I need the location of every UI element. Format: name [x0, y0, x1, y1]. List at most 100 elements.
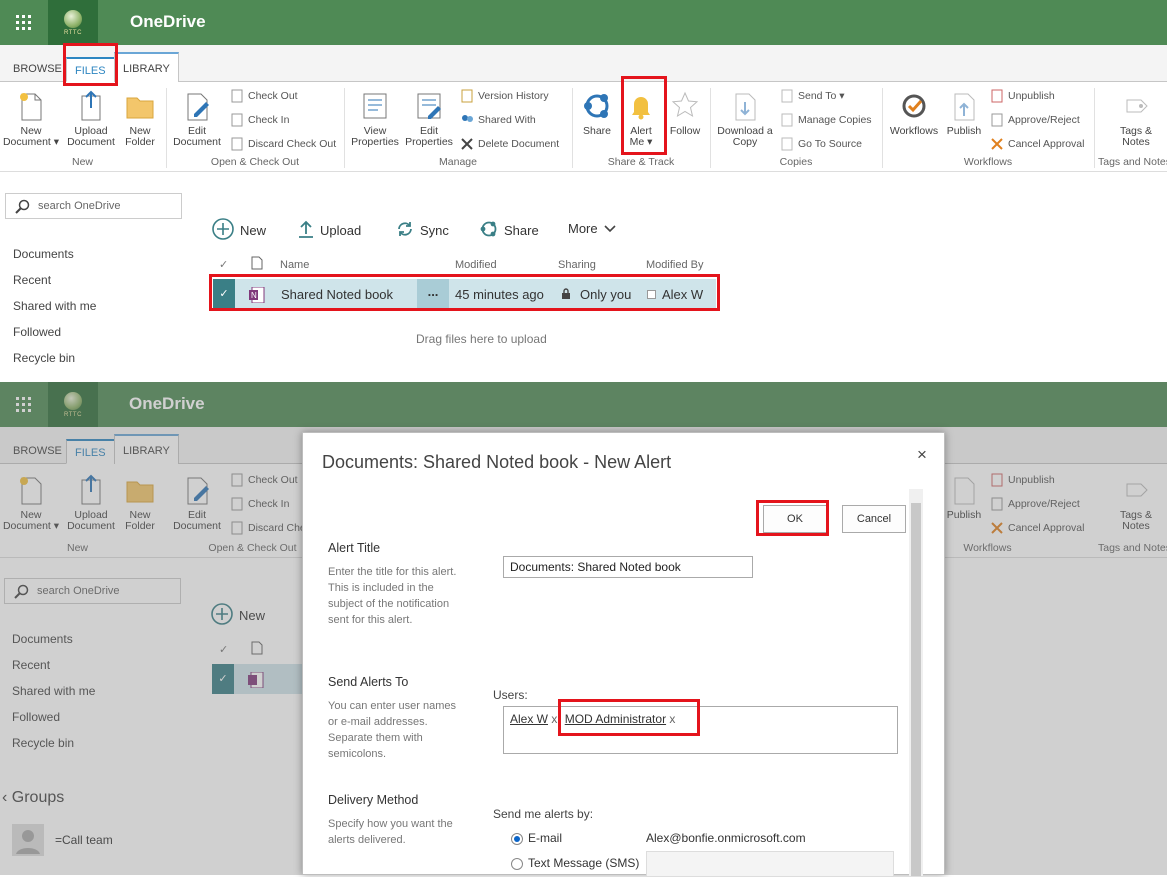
search-placeholder: search OneDrive [38, 200, 121, 212]
upload-label: Upload [320, 223, 362, 238]
upload-command[interactable]: Upload [298, 220, 361, 241]
view-properties-button[interactable]: View Properties [350, 90, 400, 148]
app-title[interactable]: OneDrive [130, 12, 206, 32]
download-copy-button[interactable]: Download a Copy [714, 90, 776, 148]
send-to-button[interactable]: Send To ▾ [780, 88, 845, 104]
tags-notes-label: Tags & Notes [1119, 125, 1153, 148]
send-alerts-to-desc: You can enter user names or e-mail addre… [328, 700, 457, 760]
send-to-icon [780, 89, 794, 103]
more-command[interactable]: More [568, 221, 616, 236]
workflows-button[interactable]: Workflows [888, 90, 940, 137]
alert-title-label: Alert Title [328, 541, 381, 555]
download-icon [730, 90, 760, 122]
nav-shared-with-me[interactable]: Shared with me [13, 299, 96, 313]
new-document-button[interactable]: New Document ▾ [2, 90, 60, 148]
shared-with-button[interactable]: Shared With [460, 112, 536, 128]
go-to-source-label: Go To Source [798, 138, 863, 150]
edit-document-button[interactable]: Edit Document [170, 90, 224, 148]
go-to-source-icon [780, 137, 794, 151]
tags-notes-button[interactable]: Tags & Notes [1112, 90, 1160, 148]
highlight-files-tab [63, 43, 118, 86]
follow-button[interactable]: Follow [666, 90, 704, 137]
upload-document-label: Upload Document [67, 125, 115, 148]
upload-arrow-icon [298, 220, 314, 241]
email-radio[interactable] [511, 833, 523, 845]
edit-document-label: Edit Document [173, 125, 221, 148]
alert-title-input[interactable]: Documents: Shared Noted book [503, 556, 753, 578]
close-icon[interactable]: × [917, 445, 927, 465]
cancel-approval-label: Cancel Approval [1008, 138, 1085, 150]
unpublish-icon [990, 89, 1004, 103]
version-history-label: Version History [478, 90, 549, 102]
approve-reject-button[interactable]: Approve/Reject [990, 112, 1080, 128]
user-token-alex[interactable]: Alex W [510, 712, 548, 726]
delete-document-button[interactable]: Delete Document [460, 136, 559, 152]
group-workflows-label: Workflows [963, 156, 1013, 168]
people-icon [460, 113, 474, 127]
tab-browse[interactable]: BROWSE [5, 57, 70, 82]
check-in-button[interactable]: Check In [230, 112, 289, 128]
sync-icon [396, 220, 414, 241]
sms-option-label: Text Message (SMS) [528, 856, 640, 870]
discard-label: Discard Check Out [248, 138, 337, 150]
nav-recent[interactable]: Recent [13, 273, 51, 287]
file-type-header-icon [251, 256, 263, 273]
nav-followed[interactable]: Followed [13, 325, 61, 339]
check-header-icon[interactable]: ✓ [219, 258, 228, 271]
shared-with-label: Shared With [478, 114, 536, 126]
share-command[interactable]: Share [480, 220, 539, 241]
sms-number-input[interactable] [646, 851, 894, 877]
ribbon-tabs: BROWSE FILES LIBRARY [0, 45, 1167, 82]
unpublish-label: Unpublish [1008, 90, 1055, 102]
cancel-approval-button[interactable]: Cancel Approval [990, 136, 1084, 152]
group-open-label: Open & Check Out [210, 156, 300, 168]
dialog-title: Documents: Shared Noted book - New Alert [322, 452, 672, 472]
manage-copies-icon [780, 113, 794, 127]
go-to-source-button[interactable]: Go To Source [780, 136, 862, 152]
upload-icon [76, 90, 106, 122]
highlight-mod-admin [558, 699, 700, 736]
highlight-alert-me [621, 76, 667, 155]
edit-properties-button[interactable]: Edit Properties [404, 90, 454, 148]
sync-label: Sync [420, 223, 449, 238]
new-command[interactable]: New [212, 218, 266, 243]
highlight-selected-row [209, 274, 720, 311]
nav-documents[interactable]: Documents [13, 247, 74, 261]
group-tags-label: Tags and Notes [1098, 156, 1167, 168]
remove-user-alex-icon[interactable]: x [551, 712, 557, 726]
org-logo[interactable]: RTTC [48, 0, 98, 45]
sync-command[interactable]: Sync [396, 220, 449, 241]
publish-button[interactable]: Publish [944, 90, 984, 137]
new-alert-dialog: Documents: Shared Noted book - New Alert… [302, 432, 945, 877]
chevron-down-icon [604, 221, 616, 236]
share-circle-icon [480, 220, 498, 241]
discard-check-out-button[interactable]: Discard Check Out [230, 136, 336, 152]
version-history-icon [460, 89, 474, 103]
col-modified-by-header[interactable]: Modified By [646, 259, 703, 271]
col-modified-header[interactable]: Modified [455, 259, 497, 271]
check-out-button[interactable]: Check Out [230, 88, 298, 104]
approve-label: Approve/Reject [1008, 114, 1080, 126]
more-label: More [568, 221, 598, 236]
manage-copies-button[interactable]: Manage Copies [780, 112, 872, 128]
new-folder-button[interactable]: New Folder [120, 90, 160, 148]
col-name-header[interactable]: Name [280, 259, 309, 271]
send-by-label: Send me alerts by: [493, 807, 594, 821]
share-button[interactable]: Share [578, 90, 616, 137]
view-properties-icon [360, 90, 390, 122]
dialog-scrollbar[interactable] [909, 489, 923, 876]
unpublish-button[interactable]: Unpublish [990, 88, 1055, 104]
col-sharing-header[interactable]: Sharing [558, 259, 596, 271]
version-history-button[interactable]: Version History [460, 88, 549, 104]
sms-radio[interactable] [511, 858, 523, 870]
app-launcher-icon[interactable] [0, 0, 48, 45]
send-alerts-to-label: Send Alerts To [328, 675, 409, 689]
scrollbar-thumb[interactable] [911, 503, 921, 876]
check-in-label: Check In [248, 114, 290, 126]
group-copies-label: Copies [779, 156, 813, 168]
nav-recycle-bin[interactable]: Recycle bin [13, 351, 75, 365]
tab-library[interactable]: LIBRARY [114, 52, 179, 82]
cancel-button[interactable]: Cancel [842, 505, 906, 533]
upload-document-button[interactable]: Upload Document [66, 90, 116, 148]
search-input[interactable]: search OneDrive [5, 193, 182, 219]
